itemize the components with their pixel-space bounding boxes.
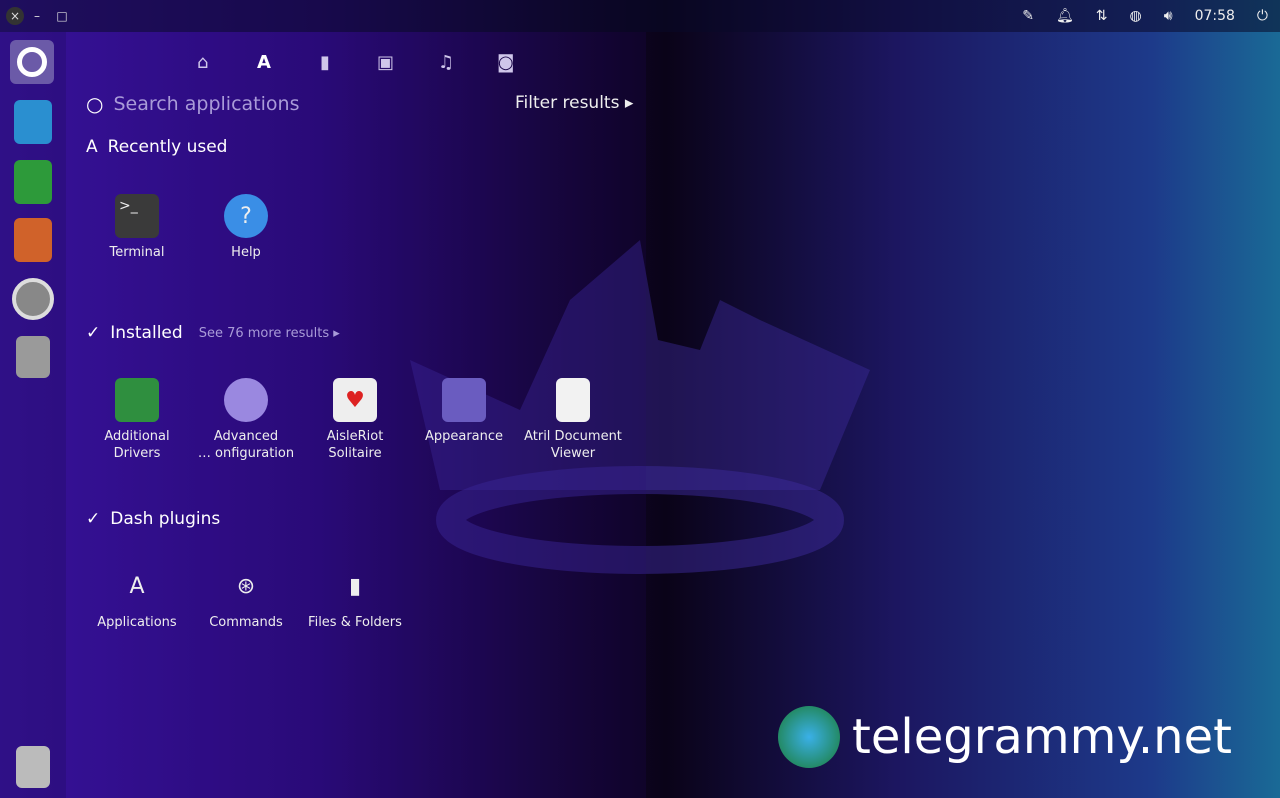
dash-button[interactable] (10, 40, 54, 84)
document-viewer-icon (556, 378, 590, 422)
check-icon: ✓ (86, 323, 101, 343)
writer-icon[interactable] (14, 100, 52, 144)
search-icon: ○ (86, 92, 104, 116)
app-atril[interactable]: Atril Document Viewer (518, 378, 628, 462)
telegram-logo-icon (778, 706, 840, 768)
app-label: Terminal (109, 245, 165, 260)
volume-icon[interactable]: 🔊︎ (1164, 8, 1173, 24)
app-aisleriot[interactable]: ♥ AisleRiot Solitaire (300, 378, 410, 462)
music-lens-icon[interactable]: ♫ (438, 52, 454, 73)
impress-icon[interactable] (14, 218, 52, 262)
watermark-text: telegrammy.net (852, 709, 1232, 765)
check-icon: ✓ (86, 509, 101, 529)
section-title: Recently used (107, 137, 228, 157)
app-help[interactable]: ? Help (191, 194, 301, 261)
section-title: Dash plugins (110, 509, 221, 529)
pen-icon[interactable]: ✎ (1022, 8, 1034, 24)
applications-icon: A (86, 137, 98, 157)
photo-lens-icon[interactable]: ◙ (497, 52, 514, 73)
terminal-icon: >_ (115, 194, 159, 238)
app-label: Help (231, 245, 261, 260)
clock[interactable]: 07:58 (1195, 8, 1235, 24)
app-label: … onfiguration (197, 446, 295, 461)
help-icon: ? (224, 194, 268, 238)
app-appearance[interactable]: Appearance (409, 378, 519, 445)
app-label: Advanced (213, 429, 279, 444)
filter-results-button[interactable]: Filter results ▸ (515, 93, 633, 113)
plugin-commands[interactable]: ⊛ Commands (191, 564, 301, 631)
disc-icon[interactable] (16, 336, 50, 378)
commands-icon: ⊛ (236, 573, 256, 599)
app-label: Applications (97, 615, 177, 630)
section-title: Installed (110, 323, 183, 343)
globe-icon[interactable]: ◍ (1130, 8, 1142, 24)
launcher (0, 32, 66, 798)
file-icon: ▮ (348, 573, 362, 599)
bell-icon[interactable]: 🔔︎ (1056, 8, 1074, 24)
settings-icon[interactable] (12, 278, 54, 320)
app-label: Atril Document (524, 429, 622, 444)
network-icon[interactable]: ⇅ (1096, 8, 1108, 24)
app-label: Viewer (550, 446, 596, 461)
top-panel: × – □ ✎ 🔔︎ ⇅ ◍ 🔊︎ 07:58 ⏻ (0, 0, 1280, 32)
power-icon[interactable]: ⏻ (1257, 8, 1268, 24)
installed-header: ✓ Installed See 76 more results ▸ (86, 323, 340, 343)
maximize-button[interactable]: □ (53, 7, 71, 25)
app-terminal[interactable]: >_ Terminal (82, 194, 192, 261)
cards-icon: ♥ (333, 378, 377, 422)
plugins-header: ✓ Dash plugins (86, 509, 220, 529)
calc-icon[interactable] (14, 160, 52, 204)
app-label: Appearance (424, 429, 504, 444)
video-lens-icon[interactable]: ▣ (377, 52, 394, 73)
chip-icon (115, 378, 159, 422)
app-label: Solitaire (328, 446, 382, 461)
plugin-files[interactable]: ▮ Files & Folders (300, 564, 410, 631)
app-advanced-configuration[interactable]: Advanced … onfiguration (191, 378, 301, 462)
files-lens-icon[interactable]: ▮ (320, 52, 330, 73)
minimize-button[interactable]: – (28, 7, 46, 25)
app-label: Drivers (113, 446, 161, 461)
app-additional-drivers[interactable]: Additional Drivers (82, 378, 192, 462)
close-button[interactable]: × (6, 7, 24, 25)
applications-icon: A (129, 573, 145, 599)
recent-header: A Recently used (86, 137, 227, 157)
watermark: telegrammy.net (778, 706, 1232, 768)
search-placeholder: Search applications (113, 93, 300, 115)
app-label: Files & Folders (308, 615, 402, 630)
plugin-applications[interactable]: A Applications (82, 564, 192, 631)
app-label: AisleRiot (326, 429, 384, 444)
app-label: Commands (209, 615, 283, 630)
home-lens-icon[interactable]: ⌂ (197, 52, 208, 73)
applications-lens-icon[interactable]: A (257, 52, 271, 73)
search-input[interactable]: ○ Search applications (86, 92, 299, 116)
config-icon (224, 378, 268, 422)
app-label: Additional (104, 429, 170, 444)
trash-icon[interactable] (16, 746, 50, 788)
see-more-link[interactable]: See 76 more results ▸ (199, 326, 340, 341)
appearance-icon (442, 378, 486, 422)
